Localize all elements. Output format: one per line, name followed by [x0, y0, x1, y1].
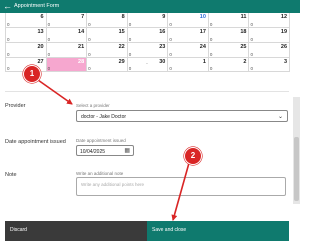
annotation-badge-1: 1	[23, 65, 41, 83]
arrow-1	[37, 79, 73, 105]
annotation-badge-2: 2	[184, 147, 202, 165]
annotation-arrows	[37, 79, 190, 221]
arrow-2	[171, 162, 190, 221]
